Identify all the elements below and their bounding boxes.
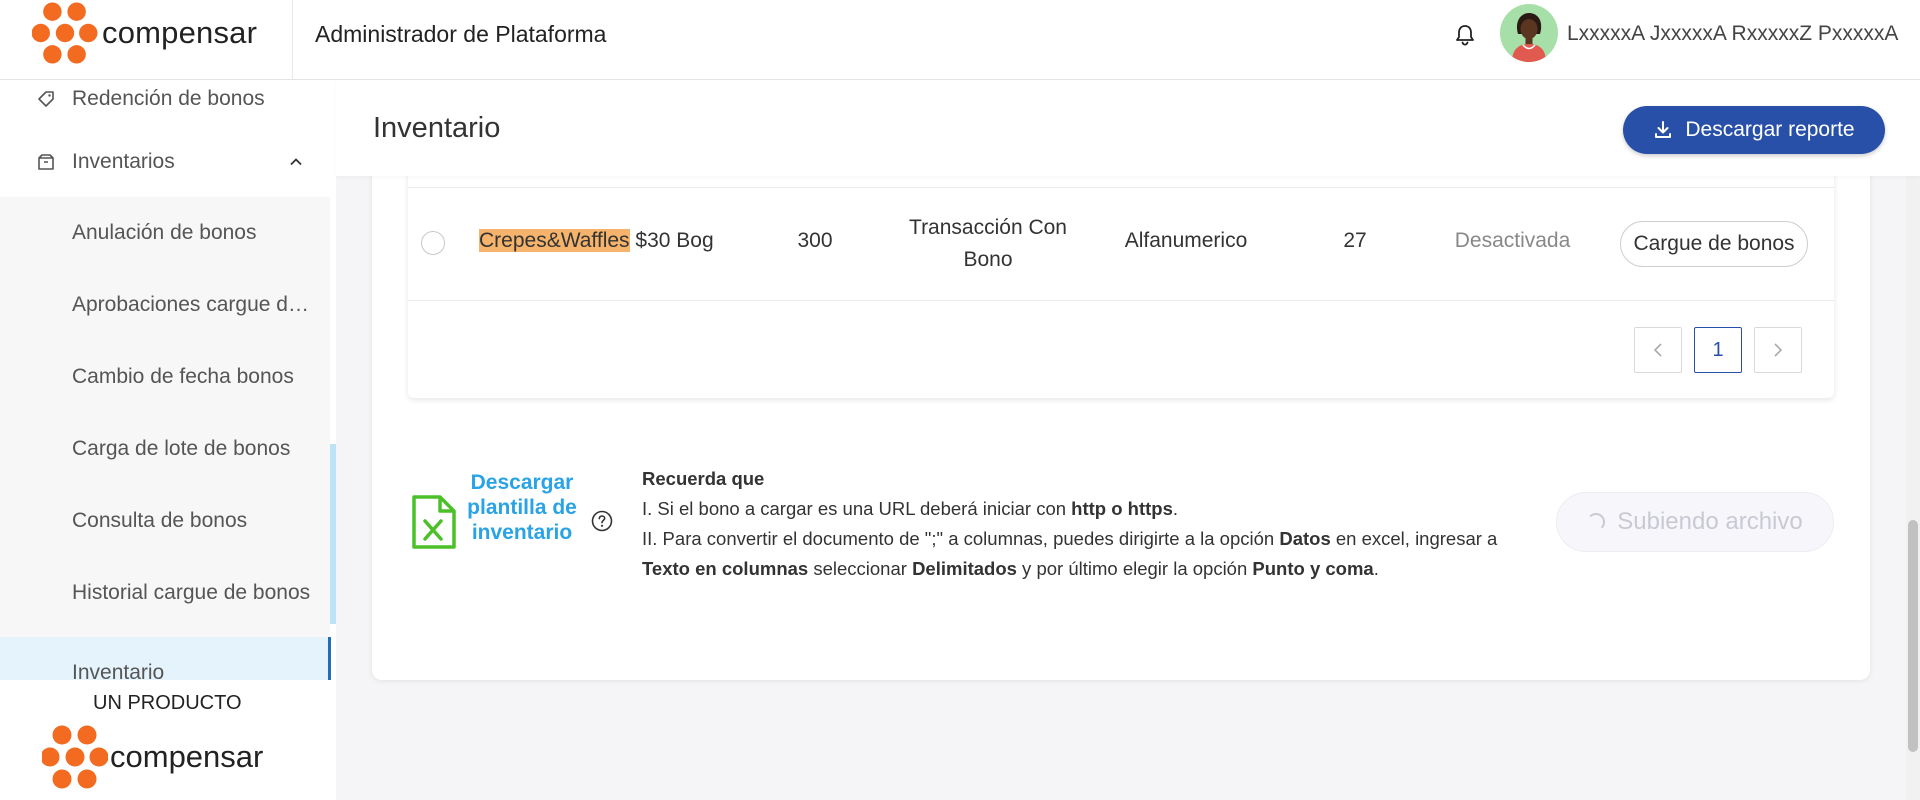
loading-spinner-icon	[1587, 513, 1606, 531]
instruction-1-end: .	[1172, 498, 1179, 519]
compensar-logo-icon	[32, 2, 98, 64]
sidebar-item-label: Inventarios	[72, 150, 175, 173]
cell-type: Transacción Con Bono	[909, 216, 1067, 271]
avatar[interactable]	[1500, 4, 1558, 62]
avatar-illustration	[1512, 13, 1546, 62]
sidebar-item-carga-lote[interactable]: Carga de lote de bonos	[0, 413, 330, 485]
help-icon[interactable]	[591, 510, 613, 532]
cell-name-rest: $30 Bog	[629, 229, 714, 252]
pagination-prev-button[interactable]	[1634, 327, 1682, 373]
tag-icon	[38, 91, 54, 107]
instruction-2-text: y por último elegir la opción	[1016, 558, 1253, 579]
bell-icon[interactable]	[1452, 22, 1478, 48]
instruction-2-text: II. Para convertir el documento de ";" a…	[642, 528, 1280, 549]
sidebar-item-label: Consulta de bonos	[72, 509, 248, 532]
uploading-file-button[interactable]: Subiendo archivo	[1556, 492, 1834, 552]
sidebar-item-label: Redención de bonos	[72, 87, 265, 110]
sidebar-item-label: Cambio de fecha bonos	[72, 365, 294, 388]
pagination-next-button[interactable]	[1754, 327, 1802, 373]
chevron-right-icon	[1774, 343, 1783, 357]
brand-name: compensar	[102, 15, 258, 50]
sidebar-item-consulta[interactable]: Consulta de bonos	[0, 485, 330, 557]
download-report-label: Descargar reporte	[1685, 118, 1855, 141]
sidebar-item-label: Carga de lote de bonos	[72, 437, 291, 460]
header-divider	[292, 0, 293, 80]
cargue-de-bonos-button[interactable]: Cargue de bonos	[1620, 221, 1808, 267]
sidebar-item-aprobaciones[interactable]: Aprobaciones cargue de bonos	[0, 269, 330, 341]
cell-code-type: Alfanumerico	[1124, 229, 1248, 252]
sidebar-item-label: Historial cargue de bonos	[72, 581, 311, 604]
sidebar-submenu: Anulación de bonos Aprobaciones cargue d…	[0, 197, 330, 680]
top-bar: compensar Administrador de Plataforma Lx…	[0, 0, 1920, 80]
sidebar-item-label: Inventario	[72, 661, 165, 680]
header-logo[interactable]: compensar	[32, 0, 257, 66]
chevron-up-icon[interactable]	[288, 154, 304, 170]
sidebar-item-anulacion[interactable]: Anulación de bonos	[0, 197, 330, 269]
instruction-2-text: en excel, ingresar a	[1330, 528, 1498, 549]
chevron-left-icon	[1653, 343, 1662, 357]
sidebar-item-historial[interactable]: Historial cargue de bonos	[0, 557, 330, 629]
cell-name: Crepes&Waffles $30 Bog	[479, 229, 714, 253]
instruction-2-bold-datos: Datos	[1279, 528, 1331, 549]
page-header: Inventario Descargar reporte	[336, 80, 1920, 176]
status-badge: Desactivada	[1454, 229, 1571, 252]
sidebar-item-inventario[interactable]: Inventario	[0, 637, 330, 680]
box-icon	[38, 154, 54, 170]
user-name[interactable]: LxxxxxA JxxxxxA RxxxxxZ PxxxxxA	[1567, 22, 1898, 46]
sidebar: Redención de bonos Inventarios Anulación…	[0, 80, 336, 680]
sidebar-item-cambio-fecha[interactable]: Cambio de fecha bonos	[0, 341, 330, 413]
excel-file-icon[interactable]	[410, 494, 458, 550]
instruction-2-end: .	[1373, 558, 1379, 579]
cell-count: 27	[1343, 229, 1367, 252]
instruction-2-bold-texto: Texto en columnas	[642, 558, 809, 579]
footer-logo: compensar	[42, 724, 263, 790]
reminder-title: Recuerda que	[642, 468, 765, 489]
download-icon	[1655, 121, 1672, 138]
sidebar-footer: UN PRODUCTO compensar	[0, 680, 336, 800]
app-title: Administrador de Plataforma	[315, 21, 607, 47]
instruction-1-bold: http o https	[1071, 498, 1173, 519]
row-select-radio[interactable]	[421, 231, 445, 255]
un-producto-label: UN PRODUCTO	[93, 692, 242, 714]
instruction-2-bold-delimitados: Delimitados	[912, 558, 1017, 579]
upload-instructions: Recuerda que I. Si el bono a cargar es u…	[642, 464, 1542, 584]
download-report-button[interactable]: Descargar reporte	[1623, 106, 1885, 154]
download-template-link[interactable]: Descargar plantilla de inventario	[462, 470, 582, 545]
sidebar-active-indicator	[328, 637, 331, 680]
uploading-file-label: Subiendo archivo	[1617, 508, 1803, 535]
sidebar-item-label: Aprobaciones cargue de bonos	[72, 293, 312, 316]
sidebar-item-label: Anulación de bonos	[72, 221, 257, 244]
compensar-logo-icon	[42, 725, 108, 789]
cell-quantity: 300	[797, 229, 833, 252]
footer-brand-name: compensar	[110, 739, 264, 774]
sidebar-item-inventarios[interactable]: Inventarios	[0, 126, 336, 198]
sidebar-scrollbar[interactable]	[330, 444, 336, 624]
page-scrollbar-thumb[interactable]	[1908, 520, 1918, 752]
pagination-page-1[interactable]: 1	[1694, 327, 1742, 373]
search-highlight: Crepes&Waffles	[479, 229, 630, 252]
page-title: Inventario	[373, 112, 501, 144]
instruction-2-text: seleccionar	[808, 558, 913, 579]
instruction-1-text: I. Si el bono a cargar es una URL deberá…	[642, 498, 1072, 519]
instruction-2-bold-punto: Punto y coma	[1252, 558, 1374, 579]
